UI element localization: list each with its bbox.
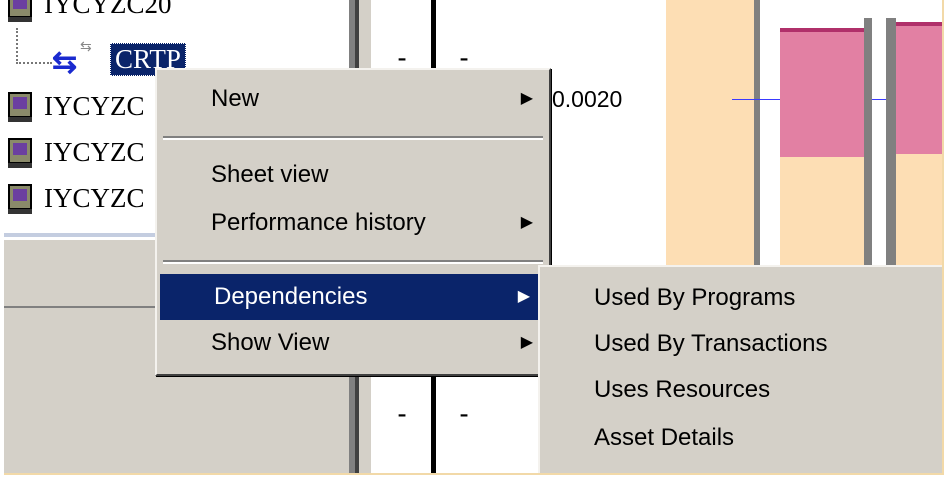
tree-item-label: IYCYZC <box>44 90 145 121</box>
server-icon <box>8 138 32 168</box>
menu-separator <box>163 136 543 140</box>
table-cell: - <box>397 398 407 429</box>
submenu-arrow-icon: ▶ <box>520 90 533 107</box>
chart-bar-upper <box>780 28 864 157</box>
menu-item-used-by-programs[interactable]: Used By Programs <box>540 275 942 321</box>
menu-item-asset-details[interactable]: Asset Details <box>540 415 942 461</box>
server-icon <box>8 92 32 122</box>
submenu-arrow-icon: ▶ <box>517 288 530 305</box>
server-icon <box>8 0 32 22</box>
tree-item-label: IYCYZC <box>44 136 145 167</box>
chart-line <box>732 99 780 100</box>
menu-item-label: Asset Details <box>594 424 735 451</box>
menu-item-sheet-view[interactable]: Sheet view <box>157 152 549 198</box>
server-icon <box>8 184 32 214</box>
tree-connector <box>16 28 52 64</box>
tree-item-label: IYCYZC <box>44 182 145 213</box>
menu-item-label: Performance history <box>211 209 426 236</box>
menu-item-uses-resources[interactable]: Uses Resources <box>540 367 942 413</box>
link-icon: ⇆ <box>80 40 92 55</box>
submenu-arrow-icon: ▶ <box>520 214 533 231</box>
menu-item-label: New <box>211 85 260 112</box>
menu-item-label: Dependencies <box>214 283 368 310</box>
dependencies-submenu[interactable]: Used By Programs Used By Transactions Us… <box>538 265 942 473</box>
menu-item-label: Used By Programs <box>594 284 796 311</box>
menu-separator <box>163 260 543 264</box>
menu-item-label: Used By Transactions <box>594 330 828 357</box>
table-cell: - <box>459 398 469 429</box>
menu-item-show-view[interactable]: Show View ▶ <box>157 320 549 366</box>
menu-item-label: Uses Resources <box>594 376 771 403</box>
menu-item-performance-history[interactable]: Performance history ▶ <box>157 200 549 246</box>
context-menu[interactable]: New ▶ Sheet view Performance history ▶ D… <box>155 68 551 376</box>
chart-bar-upper <box>896 22 942 154</box>
submenu-arrow-icon: ▶ <box>520 334 533 351</box>
menu-item-label: Show View <box>211 329 330 356</box>
menu-item-new[interactable]: New ▶ <box>157 76 549 122</box>
value-cell: 0.0020 <box>552 86 623 112</box>
exchange-arrows-icon: ⇆ <box>52 46 78 79</box>
menu-item-dependencies[interactable]: Dependencies ▶ <box>160 274 546 320</box>
menu-item-used-by-transactions[interactable]: Used By Transactions <box>540 321 942 367</box>
menu-item-label: Sheet view <box>211 161 329 188</box>
window-frame: IYCYZC20 ⇆ ⇆ CRTP IYCYZC IYCYZC IYCYZC -… <box>4 0 944 475</box>
tree-item-label: IYCYZC20 <box>44 0 172 19</box>
